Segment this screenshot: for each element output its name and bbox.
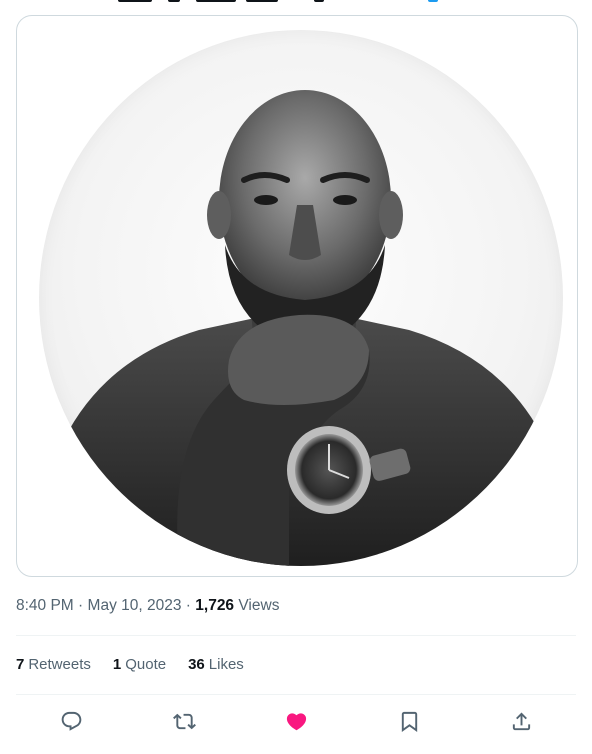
tweet-date[interactable]: May 10, 2023 [88,597,182,614]
meta-separator: · [185,597,191,614]
share-button[interactable] [500,700,542,742]
previous-content-edge [0,0,592,6]
reply-icon [61,711,81,731]
likes-count: 36 [188,656,205,673]
portrait-image [39,90,563,566]
divider [16,635,576,636]
bookmark-icon [401,711,417,732]
profile-photo[interactable] [39,30,563,566]
heart-filled-icon [286,712,306,730]
bookmark-button[interactable] [388,700,430,742]
meta-separator: · [78,597,84,614]
quotes-stat[interactable]: 1 Quote [113,656,166,673]
quotes-label: Quote [125,656,167,673]
quotes-count: 1 [112,656,122,673]
retweet-icon [172,713,196,729]
likes-label: Likes [208,656,244,673]
retweets-label: Retweets [28,656,91,673]
retweets-count: 7 [16,656,25,673]
reply-button[interactable] [50,700,92,742]
share-icon [512,711,530,730]
views-count: 1,726 [195,597,235,614]
like-button[interactable] [275,700,317,742]
retweets-stat[interactable]: 7 Retweets [16,656,91,673]
views-label: Views [238,597,280,614]
likes-stat[interactable]: 36 Likes [188,656,244,673]
tweet-actions [16,700,576,742]
tweet-media[interactable] [16,15,578,577]
tweet-meta: 8:40 PM · May 10, 2023 · 1,726 Views [16,597,279,615]
engagement-stats: 7 Retweets 1 Quote 36 Likes [16,656,244,673]
divider [16,694,576,695]
retweet-button[interactable] [163,700,205,742]
tweet-time[interactable]: 8:40 PM [16,597,74,614]
